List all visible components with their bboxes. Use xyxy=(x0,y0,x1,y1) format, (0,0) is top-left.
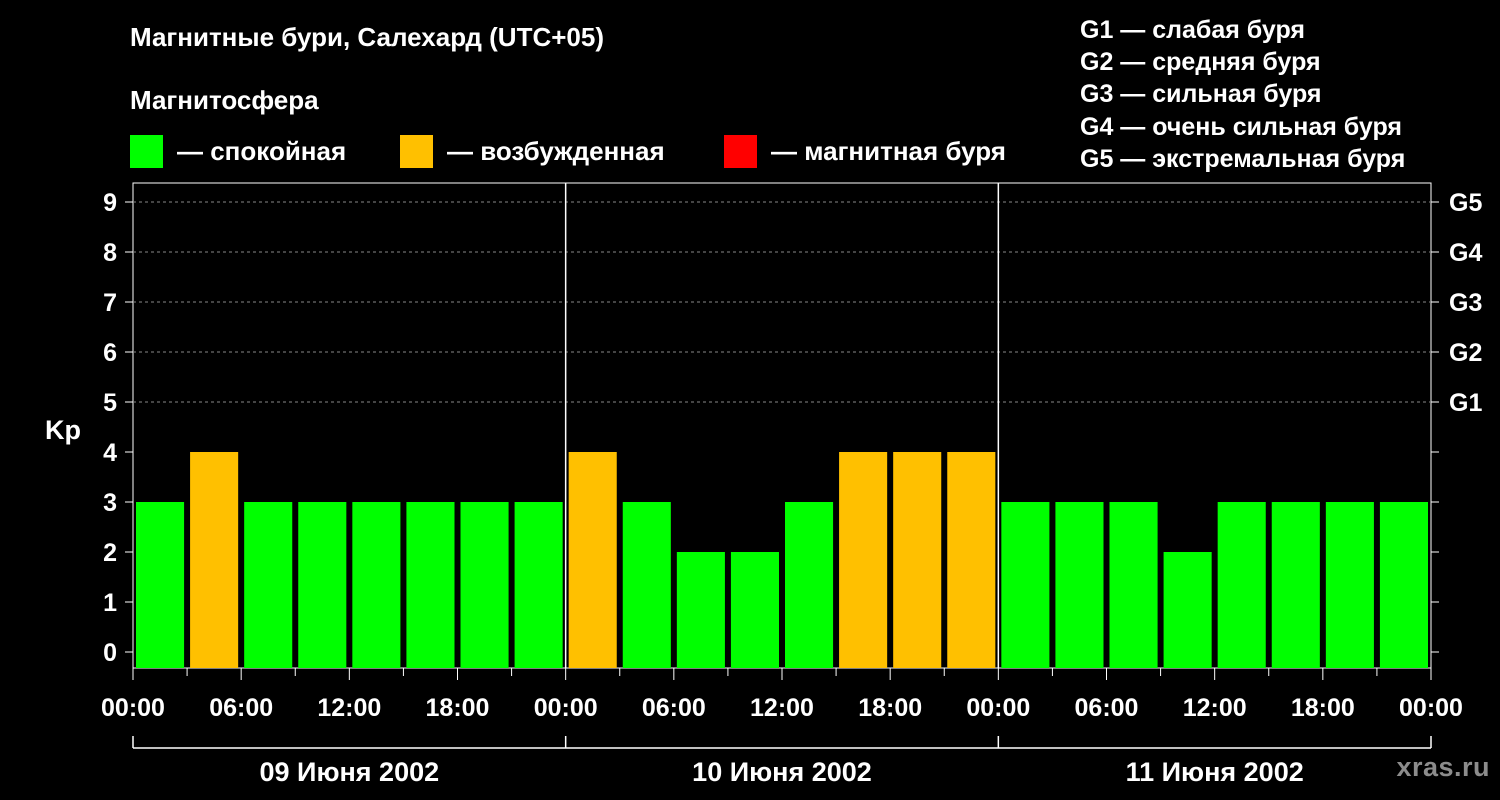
kp-bar xyxy=(893,452,942,668)
x-tick-label: 00:00 xyxy=(1399,694,1463,722)
y-tick-label: 1 xyxy=(103,589,117,617)
kp-bar xyxy=(1325,502,1374,668)
kp-bar-chart: 0 1 2 3 4 5 6 7 8 9 G1 G2 G3 G4 G5 Kp 00:00 06:00 12:00 18:… xyxy=(45,182,1482,787)
kp-bar xyxy=(1271,502,1320,668)
kp-bar xyxy=(136,502,185,668)
kp-bar xyxy=(244,502,293,668)
kp-bar xyxy=(514,502,563,668)
y-tick-label: 6 xyxy=(103,339,117,367)
y-axis-label: Kp xyxy=(45,415,81,445)
x-tick-label: 00:00 xyxy=(101,694,165,722)
kp-bar xyxy=(1001,502,1050,668)
right-tick-label: G3 xyxy=(1449,289,1482,317)
y-tick-label: 5 xyxy=(103,389,117,417)
kp-bar xyxy=(1109,502,1158,668)
right-tick-label: G5 xyxy=(1449,189,1482,217)
kp-bar xyxy=(460,502,509,668)
y-tick-label: 2 xyxy=(103,539,117,567)
right-tick-label: G4 xyxy=(1449,239,1482,267)
x-tick-label: 18:00 xyxy=(858,694,922,722)
watermark: xras.ru xyxy=(1396,752,1490,782)
kp-bar xyxy=(190,452,239,668)
y-tick-label: 9 xyxy=(103,189,117,217)
kp-bar xyxy=(298,502,347,668)
kp-bar xyxy=(730,552,779,668)
kp-bar xyxy=(622,502,671,668)
x-tick-label: 12:00 xyxy=(1183,694,1247,722)
x-tick-label: 06:00 xyxy=(642,694,706,722)
x-tick-label: 06:00 xyxy=(209,694,273,722)
kp-bar xyxy=(676,552,725,668)
x-tick-label: 00:00 xyxy=(966,694,1030,722)
day-label: 09 Июня 2002 xyxy=(260,757,440,787)
x-tick-label: 06:00 xyxy=(1075,694,1139,722)
day-label: 10 Июня 2002 xyxy=(692,757,872,787)
kp-bar xyxy=(1217,502,1266,668)
kp-bar xyxy=(839,452,888,668)
y-tick-label: 0 xyxy=(103,639,117,667)
kp-bar xyxy=(568,452,617,668)
x-tick-label: 00:00 xyxy=(534,694,598,722)
x-tick-label: 12:00 xyxy=(317,694,381,722)
kp-bar xyxy=(406,502,455,668)
y-tick-label: 4 xyxy=(103,439,117,467)
kp-bar xyxy=(1163,552,1212,668)
x-tick-label: 18:00 xyxy=(426,694,490,722)
right-tick-label: G1 xyxy=(1449,389,1482,417)
kp-bar xyxy=(352,502,401,668)
y-tick-label: 7 xyxy=(103,289,117,317)
x-tick-label: 18:00 xyxy=(1291,694,1355,722)
kp-bar xyxy=(1055,502,1104,668)
right-tick-label: G2 xyxy=(1449,339,1482,367)
kp-bar xyxy=(1379,502,1428,668)
x-tick-label: 12:00 xyxy=(750,694,814,722)
kp-bar xyxy=(947,452,996,668)
y-tick-label: 8 xyxy=(103,239,117,267)
day-label: 11 Июня 2002 xyxy=(1126,757,1304,787)
kp-bar xyxy=(785,502,834,668)
y-tick-label: 3 xyxy=(103,489,117,517)
